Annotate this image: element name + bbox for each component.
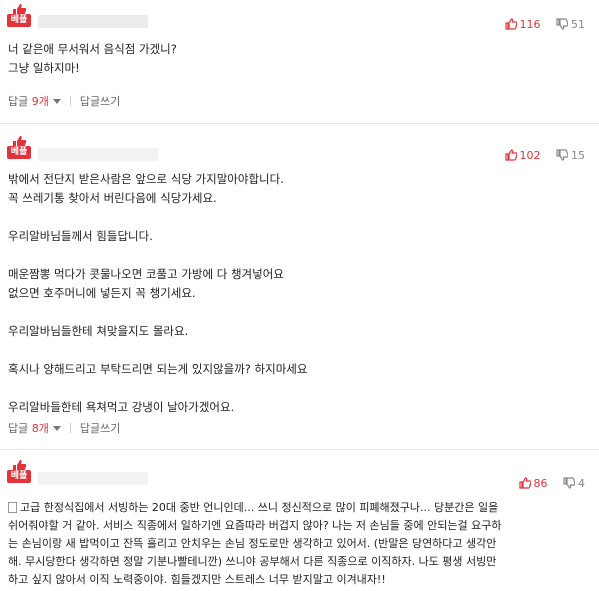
best-badge: 베플: [7, 4, 31, 28]
nickname-redacted: [38, 15, 148, 28]
vote-box: 86 4: [507, 477, 585, 490]
comment-line-text: 고급 한정식집에서 서빙하는 20대 중반 언니인데... 쓰니 정신적으로 많…: [20, 501, 499, 514]
thumb-up-icon: [518, 477, 532, 489]
nickname-redacted: [38, 148, 158, 161]
write-reply-link[interactable]: 답글쓰기: [80, 95, 120, 108]
upvote-count: 116: [519, 18, 541, 31]
caret-down-icon: [52, 99, 61, 104]
caret-down-icon: [52, 426, 61, 431]
comment-separator: [0, 123, 599, 124]
divider: [69, 423, 71, 433]
reply-label: 답글: [8, 95, 29, 108]
upvote-count: 86: [533, 477, 548, 490]
reply-toggle[interactable]: 답글 8개: [8, 422, 61, 435]
reply-label: 답글: [8, 422, 29, 435]
comment-line: 우리알바님들께서 힘들답니다.: [8, 229, 153, 243]
thumb-down-icon: [556, 18, 569, 30]
comment-line: 고급 한정식집에서 서빙하는 20대 중반 언니인데... 쓰니 정신적으로 많…: [8, 499, 588, 517]
comment-line: 매운짬뽕 먹다가 콧물나오면 코풀고 가방에 다 챙겨넣어요: [8, 267, 284, 281]
reply-count: 9개: [31, 95, 49, 108]
comment-separator: [0, 449, 599, 450]
comment-line: 너 같은애 무서워서 음식점 가겠니?: [8, 42, 177, 56]
divider: [69, 96, 71, 106]
best-tag: 베플: [7, 14, 31, 27]
downvote-button[interactable]: 51: [556, 18, 585, 31]
comment-footer: 답글 8개 답글쓰기: [8, 420, 120, 436]
upvote-button[interactable]: 102: [504, 149, 541, 162]
comment-line: 그냥 일하지마!: [8, 61, 80, 75]
thumb-down-icon: [556, 149, 569, 161]
comment-text: 너 같은애 무서워서 음식점 가겠니? 그냥 일하지마!: [8, 40, 585, 78]
upvote-button[interactable]: 86: [518, 477, 548, 490]
best-badge: 베플: [7, 136, 31, 160]
downvote-count: 51: [571, 18, 585, 31]
write-reply-link[interactable]: 답글쓰기: [80, 422, 120, 435]
comment-line: 없으면 호주머니에 넣든지 꼭 챙기세요.: [8, 286, 196, 300]
best-badge: 베플: [7, 460, 31, 484]
comment-text: 밖에서 전단지 받은사람은 앞으로 식당 가지말아야합니다. 꼭 쓰레기통 찾아…: [8, 170, 585, 417]
comment-line: 하고 싶지 않아서 이직 노력중이야. 힘들겠지만 스트레스 너무 받지말고 이…: [8, 573, 386, 586]
comment-text: 고급 한정식집에서 서빙하는 20대 중반 언니인데... 쓰니 정신적으로 많…: [8, 499, 588, 589]
comment-line: 우리알바님들한테 쳐맞을지도 몰라요.: [8, 324, 189, 338]
upvote-button[interactable]: 116: [504, 18, 541, 31]
downvote-count: 15: [571, 149, 585, 162]
comment-line: 꼭 쓰레기통 찾아서 버린다음에 식당가세요.: [8, 191, 217, 205]
thumb-up-icon: [504, 149, 518, 161]
comment-line: 혹시나 양해드리고 부탁드리면 되는게 있지않을까? 하지마세요: [8, 362, 308, 376]
comment-line: 해. 무시당한다 생각하면 정말 기분나빨테니깐) 쓰니야 공부해서 다른 직종…: [8, 555, 497, 568]
comment-line: 밖에서 전단지 받은사람은 앞으로 식당 가지말아야합니다.: [8, 172, 284, 186]
comment-line: 우리알바들한테 욕쳐먹고 강냉이 날아가겠어요.: [8, 400, 235, 414]
comment-line: 는 손님이랑 새 밥먹이고 잔뜩 흘리고 안치우는 손님 정도로만 생각하고 있…: [8, 537, 497, 550]
thumb-up-icon: [504, 18, 518, 30]
document-icon: [8, 502, 17, 513]
comment-line: 쉬어줘야할 거 같아. 서비스 직종에서 일하기엔 요즘따라 버겁지 않아? 나…: [8, 519, 502, 532]
comment-footer: 답글 9개 답글쓰기: [8, 93, 120, 109]
vote-box: 102 15: [493, 149, 585, 162]
vote-box: 116 51: [493, 18, 585, 31]
best-tag: 베플: [7, 470, 31, 483]
best-tag: 베플: [7, 146, 31, 159]
downvote-button[interactable]: 15: [556, 149, 585, 162]
upvote-count: 102: [519, 149, 541, 162]
nickname-redacted: [38, 472, 148, 485]
reply-toggle[interactable]: 답글 9개: [8, 95, 61, 108]
downvote-count: 4: [578, 477, 585, 490]
reply-count: 8개: [31, 422, 49, 435]
downvote-button[interactable]: 4: [563, 477, 585, 490]
thumb-down-icon: [563, 477, 576, 489]
